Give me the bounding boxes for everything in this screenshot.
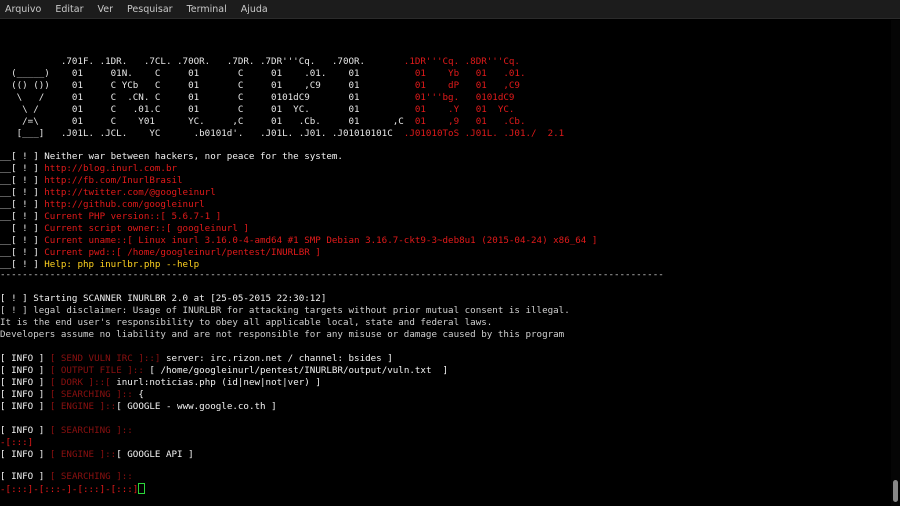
info-line: __[ ! ] http://blog.inurl.com.br [0, 163, 177, 175]
log-key: [ ENGINE ]:: [49, 401, 117, 412]
log-value: [ GOOGLE API ] [116, 449, 194, 460]
menu-pesquisar[interactable]: Pesquisar [127, 4, 173, 15]
info-text: http://fb.com/InurlBrasil [44, 175, 183, 186]
scrollbar-thumb[interactable] [893, 480, 898, 502]
info-line: __[ ! ] Current pwd::[ /home/googleinurl… [0, 247, 321, 259]
menu-bar: Arquivo Editar Ver Pesquisar Terminal Aj… [0, 0, 900, 19]
log-value: [ /home/googleinurl/pentest/INURLBR/outp… [143, 365, 449, 376]
banner-line-red: 01'''bg. 0101dC9 [0, 92, 515, 103]
log-key: [ SEARCHING ]:: [49, 471, 133, 482]
info-text: Current PHP version::[ 5.6.7-1 ] [44, 211, 222, 222]
info-text: Neither war between hackers, nor peace f… [44, 151, 343, 162]
info-prefix: __[ ! ] [0, 247, 45, 258]
separator-line: ----------------------------------------… [0, 269, 664, 280]
log-line: [ INFO ] [ ENGINE ]::[ GOOGLE API ] [0, 449, 194, 461]
text-cursor [138, 483, 146, 494]
prompt-line[interactable]: -[:::]-[:::-]-[:::]-[:::] [0, 483, 146, 496]
log-value: { [132, 389, 144, 400]
log-line: [ INFO ] [ DORK ]::[ inurl:noticias.php … [0, 377, 321, 389]
info-prefix: __[ ! ] [0, 235, 45, 246]
info-text: Current pwd::[ /home/googleinurl/pentest… [44, 247, 321, 258]
log-tag: [ INFO ] [0, 389, 45, 400]
info-prefix: __[ ! ] [0, 211, 45, 222]
log-tag: [ INFO ] [0, 353, 45, 364]
log-key: [ SEND VULN IRC ]::] [49, 353, 161, 364]
info-prefix: __[ ! ] [0, 187, 45, 198]
menu-ver[interactable]: Ver [98, 4, 114, 15]
log-line: [ INFO ] [ SEARCHING ]:: { [0, 389, 144, 401]
progress-indicator: -[:::]-[:::-]-[:::]-[:::] [0, 484, 139, 495]
banner-line-red: .1DR'''Cq. .8DR'''Cq. [0, 56, 520, 67]
log-key: [ DORK ]::[ [49, 377, 111, 388]
info-line: __[ ! ] Current PHP version::[ 5.6.7-1 ] [0, 211, 221, 223]
log-tag: [ INFO ] [0, 401, 45, 412]
progress-line: -[:::] [0, 437, 34, 448]
info-text: http://blog.inurl.com.br [44, 163, 178, 174]
info-text: http://twitter.com/@googleinurl [44, 187, 216, 198]
log-key: [ SEARCHING ]:: [49, 389, 133, 400]
info-line: [ ! ] Current script owner::[ googleinur… [0, 223, 249, 235]
banner-line-red: 01 .Y 01 YC. [0, 104, 515, 115]
info-text: http://github.com/googleinurl [44, 199, 205, 210]
info-prefix: __[ ! ] [0, 199, 45, 210]
log-line: [ INFO ] [ ENGINE ]::[ GOOGLE - www.goog… [0, 401, 277, 413]
log-tag: [ INFO ] [0, 425, 45, 436]
banner-line-red: .J01010ToS .J01L. .J01./ 2.1 [0, 128, 565, 139]
info-line: __[ ! ] http://github.com/googleinurl [0, 199, 205, 211]
menu-ajuda[interactable]: Ajuda [241, 4, 268, 15]
terminal-scrollbar[interactable] [891, 20, 900, 506]
log-value: inurl:noticias.php (id|new|not|ver) ] [110, 377, 321, 388]
log-tag: [ INFO ] [0, 377, 45, 388]
log-tag: [ INFO ] [0, 449, 45, 460]
log-line: [ INFO ] [ SEARCHING ]:: [0, 471, 133, 483]
log-value: server: irc.rizon.net / channel: bsides … [160, 353, 393, 364]
info-prefix: __[ ! ] [0, 163, 45, 174]
terminal-output[interactable]: .701F. .1DR. .7CL. .70OR. .7DR. .7DR'''C… [0, 20, 891, 506]
log-tag: [ INFO ] [0, 365, 45, 376]
info-line: __[ ! ] Current uname::[ Linux inurl 3.1… [0, 235, 597, 247]
banner-line-red: 01 dP 01 ,C9 [0, 80, 520, 91]
log-line: [ INFO ] [ SEND VULN IRC ]::] server: ir… [0, 353, 393, 365]
scan-start-line: [ ! ] Starting SCANNER INURLBR 2.0 at [2… [0, 293, 327, 304]
log-tag: [ INFO ] [0, 471, 45, 482]
info-prefix: [ ! ] [0, 223, 45, 234]
menu-terminal[interactable]: Terminal [187, 4, 227, 15]
info-prefix: __[ ! ] [0, 175, 45, 186]
log-line: [ INFO ] [ SEARCHING ]:: [0, 425, 133, 437]
disclaimer-line: Developers assume no liability and are n… [0, 329, 565, 340]
log-key: [ ENGINE ]:: [49, 449, 117, 460]
log-line: [ INFO ] [ OUTPUT FILE ]:: [ /home/googl… [0, 365, 448, 377]
banner-line-red: 01 Yb 01 .01. [0, 68, 526, 79]
banner-line-red: 01 ,9 01 .Cb. [0, 116, 526, 127]
log-key: [ OUTPUT FILE ]:: [49, 365, 144, 376]
info-line: __[ ! ] Neither war between hackers, nor… [0, 151, 343, 163]
info-prefix: __[ ! ] [0, 151, 45, 162]
disclaimer-line: It is the end user's responsibility to o… [0, 317, 493, 328]
info-line: __[ ! ] http://fb.com/InurlBrasil [0, 175, 183, 187]
info-text: Current uname::[ Linux inurl 3.16.0-4-am… [44, 235, 598, 246]
log-key: [ SEARCHING ]:: [49, 425, 133, 436]
log-value: [ GOOGLE - www.google.co.th ] [116, 401, 277, 412]
info-text: Current script owner::[ googleinurl ] [44, 223, 249, 234]
menu-editar[interactable]: Editar [55, 4, 83, 15]
info-line: __[ ! ] http://twitter.com/@googleinurl [0, 187, 216, 199]
disclaimer-line: [ ! ] legal disclaimer: Usage of INURLBR… [0, 305, 570, 316]
menu-arquivo[interactable]: Arquivo [5, 4, 41, 15]
